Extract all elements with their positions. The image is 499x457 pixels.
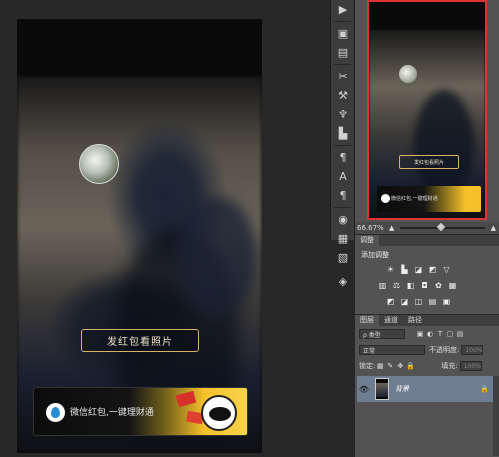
exposure-icon[interactable]: ◩ — [427, 265, 438, 274]
red-envelope-icon — [175, 390, 197, 408]
wechat-pay-icon — [46, 403, 65, 422]
lock-pixels-icon[interactable]: ✎ — [385, 362, 395, 370]
hue-saturation-icon[interactable]: ▥ — [377, 281, 388, 290]
filter-shape-icon[interactable]: ▢ — [445, 330, 455, 338]
gradient-map-icon[interactable]: ▤ — [427, 297, 438, 306]
fill-label: 填充: — [441, 362, 458, 370]
photo-filter-icon[interactable]: ◘ — [419, 281, 430, 290]
document-canvas[interactable]: 发红包看照片 微信红包,一键理财通 — [17, 19, 262, 453]
tab-adjustments[interactable]: 调整 — [355, 235, 379, 246]
blend-mode-value: 正常 — [363, 347, 376, 355]
layer-filter-select[interactable]: ρ 类型 — [359, 329, 405, 339]
layer-thumbnail — [375, 378, 389, 400]
character-icon[interactable]: A — [331, 167, 355, 186]
vibrance-icon[interactable]: ▽ — [441, 265, 452, 274]
navigator-icon[interactable]: ▣ — [331, 24, 355, 43]
thumb-ad-banner: 微信红包,一键理财通 — [377, 186, 481, 212]
canvas-area[interactable]: 发红包看照片 微信红包,一键理财通 — [0, 0, 330, 457]
layer-row-background[interactable]: 👁 背景 🔒 — [357, 376, 495, 402]
black-white-icon[interactable]: ◧ — [405, 281, 416, 290]
paragraph-styles-icon[interactable]: ¶ — [331, 148, 355, 167]
zoom-bar: 66.67% ▲ ▲ — [355, 222, 499, 234]
swatches-icon[interactable]: ▦ — [331, 229, 355, 248]
styles-icon[interactable]: ▧ — [331, 248, 355, 267]
adjustments-tabbar: 调整 — [355, 235, 499, 246]
blend-mode-select[interactable]: 正常 — [359, 345, 425, 355]
tool-presets-icon[interactable]: ▙ — [331, 124, 355, 143]
layers-tabbar: 图层 通道 路径 — [355, 315, 499, 326]
avatar-thumbnail — [79, 144, 119, 184]
visibility-eye-icon[interactable]: 👁 — [357, 385, 371, 394]
filter-pixel-icon[interactable]: ▣ — [415, 330, 425, 338]
color-lookup-icon[interactable]: ▦ — [447, 281, 458, 290]
zoom-out-icon[interactable]: ▲ — [389, 224, 394, 232]
threshold-icon[interactable]: ◫ — [413, 297, 424, 306]
levels-icon[interactable]: ▙ — [399, 265, 410, 274]
ad-text: 微信红包,一键理财通 — [70, 408, 154, 418]
adjustments-panel: 添加调整 ☀ ▙ ◪ ◩ ▽ ▥ ⚖ ◧ ◘ ✿ ▦ ◩ ◪ ◫ ▤ ▣ — [355, 246, 499, 314]
selective-color-icon[interactable]: ▣ — [441, 297, 452, 306]
share-red-packet-button[interactable]: 发红包看照片 — [81, 329, 199, 352]
fill-input[interactable]: 100% — [459, 361, 482, 371]
lock-transparent-icon[interactable]: ▦ — [375, 362, 385, 370]
photoshop-window: 发红包看照片 微信红包,一键理财通 ▶ ▣ ▤ ✂ ⚒ ♆ ▙ ¶ A ¶ ◉ ▦ ▧ ◈ 发红包看照片 … — [0, 0, 499, 457]
filter-type-icon[interactable]: T — [435, 330, 445, 338]
lock-icon: 🔒 — [480, 385, 489, 393]
zoom-in-icon[interactable]: ▲ — [491, 224, 499, 232]
thumb-ad-text: 微信红包,一键理财通 — [391, 196, 438, 202]
panel-toolstrip: ▶ ▣ ▤ ✂ ⚒ ♆ ▙ ¶ A ¶ ◉ ▦ ▧ ◈ — [330, 0, 355, 288]
zoom-value[interactable]: 66.67% — [355, 224, 389, 232]
curves-icon[interactable]: ◪ — [413, 265, 424, 274]
posterize-icon[interactable]: ◪ — [399, 297, 410, 306]
layer-name[interactable]: 背景 — [395, 384, 480, 394]
navigator-panel: 发红包看照片 微信红包,一键理财通 — [355, 0, 499, 232]
opacity-input[interactable]: 100% — [461, 345, 484, 355]
zoom-slider[interactable] — [400, 222, 485, 232]
layers-icon[interactable]: ◈ — [331, 272, 355, 291]
layers-panel: ρ 类型 ▣ ◐ T ▢ ▤ 正常 不透明度: 100% 锁定: ▦ ✎ ✥ 🔒… — [355, 326, 499, 457]
toolstrip-divider — [334, 269, 351, 270]
filter-adjust-icon[interactable]: ◐ — [425, 330, 435, 338]
navigator-thumbnail[interactable]: 发红包看照片 微信红包,一键理财通 — [367, 0, 487, 220]
brightness-icon[interactable]: ☀ — [385, 265, 396, 274]
layers-scrollbar[interactable] — [493, 376, 499, 456]
tab-layers-1[interactable]: 通道 — [379, 315, 403, 326]
toolstrip-divider — [334, 207, 351, 208]
wechat-pay-icon — [381, 194, 390, 203]
invert-icon[interactable]: ◩ — [385, 297, 396, 306]
lock-position-icon[interactable]: ✥ — [395, 362, 405, 370]
photo-figure — [177, 197, 257, 317]
tab-layers-0[interactable]: 图层 — [355, 315, 379, 326]
filter-smart-icon[interactable]: ▤ — [455, 330, 465, 338]
brush-presets-icon[interactable]: ⚒ — [331, 86, 355, 105]
color-balance-icon[interactable]: ⚖ — [391, 281, 402, 290]
photo-figure — [414, 90, 474, 200]
tab-layers-2[interactable]: 路径 — [403, 315, 427, 326]
clone-source-icon[interactable]: ♆ — [331, 105, 355, 124]
channel-mixer-icon[interactable]: ✿ — [433, 281, 444, 290]
brush-settings-icon[interactable]: ✂ — [331, 67, 355, 86]
avatar-thumbnail — [399, 65, 417, 83]
thumb-share-button: 发红包看照片 — [399, 155, 459, 169]
info-icon[interactable]: ▤ — [331, 43, 355, 62]
ad-banner[interactable]: 微信红包,一键理财通 — [33, 387, 248, 436]
lock-label: 锁定: — [359, 362, 376, 370]
toolstrip-divider — [334, 145, 351, 146]
adjustments-title: 添加调整 — [361, 251, 389, 259]
paragraph-icon[interactable]: ¶ — [331, 186, 355, 205]
color-icon[interactable]: ◉ — [331, 210, 355, 229]
penguin-mascot-icon — [201, 395, 237, 431]
opacity-label: 不透明度: — [429, 346, 460, 354]
toolstrip-divider — [334, 21, 351, 22]
play-icon[interactable]: ▶ — [331, 0, 355, 19]
toolstrip-divider — [334, 64, 351, 65]
zoom-slider-knob[interactable] — [437, 222, 446, 232]
lock-all-icon[interactable]: 🔒 — [405, 362, 415, 370]
